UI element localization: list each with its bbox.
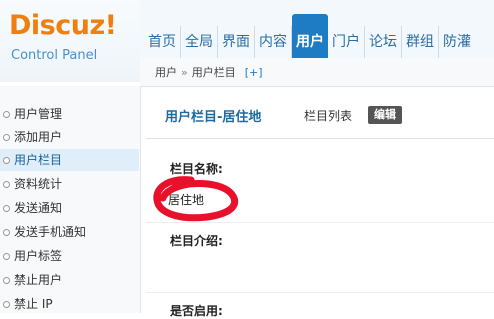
tab-antispam[interactable]: 防灌 <box>439 26 475 58</box>
tab-user-label: 用户 <box>296 34 324 50</box>
sidebar-item-send-notice[interactable]: 发送通知 <box>0 197 139 219</box>
add-shortcut-link[interactable]: [+] <box>245 66 263 79</box>
sidebar: 用户管理 添加用户 用户栏目 资料统计 发送通知 发送手机通知 用户标签 禁止用… <box>0 86 141 313</box>
sidebar-item-send-mobile-notice[interactable]: 发送手机通知 <box>0 221 139 243</box>
field-enabled-label: 是否启用: <box>170 304 223 318</box>
sidebar-item-label: 用户栏目 <box>14 153 63 167</box>
discuz-logo[interactable]: Discuz! Control Panel <box>0 0 140 82</box>
tab-global[interactable]: 全局 <box>181 26 218 58</box>
breadcrumb: 用户 » 用户栏目 [+] <box>140 58 494 87</box>
sidebar-item-user-fields[interactable]: 用户栏目 <box>0 149 139 171</box>
logo-wordmark: Discuz! <box>9 10 117 41</box>
edit-button[interactable]: 编辑 <box>368 106 402 124</box>
sidebar-item-label: 资料统计 <box>14 177 63 191</box>
divider <box>146 138 494 139</box>
tab-home[interactable]: 首页 <box>144 26 181 58</box>
sidebar-item-label: 发送手机通知 <box>14 225 87 239</box>
logo-subtitle: Control Panel <box>11 48 98 63</box>
sidebar-item-ban-user[interactable]: 禁止用户 <box>0 269 139 291</box>
bullet-icon <box>3 301 10 308</box>
divider <box>146 292 494 293</box>
bullet-icon <box>3 181 10 188</box>
tab-forum[interactable]: 论坛 <box>365 26 402 58</box>
bullet-icon <box>3 205 10 212</box>
field-list-link[interactable]: 栏目列表 <box>304 107 352 124</box>
tab-ui[interactable]: 界面 <box>218 26 255 58</box>
bullet-icon <box>3 229 10 236</box>
bullet-icon <box>3 253 10 260</box>
page-title: 用户栏目-居住地 <box>165 110 262 125</box>
sidebar-item-label: 用户标签 <box>14 249 63 263</box>
breadcrumb-root[interactable]: 用户 <box>155 64 177 80</box>
sidebar-item-ban-ip[interactable]: 禁止 IP <box>0 293 139 315</box>
bullet-icon <box>3 111 10 118</box>
sidebar-item-label: 发送通知 <box>14 201 63 215</box>
field-name-label: 栏目名称: <box>170 162 223 176</box>
sidebar-item-label: 禁止 IP <box>14 297 53 311</box>
tab-user[interactable]: 用户 <box>292 14 328 58</box>
sidebar-item-user-tags[interactable]: 用户标签 <box>0 245 139 267</box>
sidebar-item-add-user[interactable]: 添加用户 <box>0 126 139 148</box>
field-intro-label: 栏目介绍: <box>170 234 223 248</box>
tab-portal[interactable]: 门户 <box>328 26 365 58</box>
tab-content[interactable]: 内容 <box>255 26 292 58</box>
sidebar-item-label: 用户管理 <box>14 107 63 121</box>
bullet-icon <box>3 277 10 284</box>
page-header: 用户栏目-居住地 栏目列表 编辑 <box>146 100 494 130</box>
sidebar-item-user-manage[interactable]: 用户管理 <box>0 103 139 125</box>
red-annotation-circle <box>153 176 239 222</box>
sidebar-item-label: 添加用户 <box>14 130 63 144</box>
header: Discuz! Control Panel 首页 全局 界面 内容 用户 门户 … <box>0 0 494 82</box>
top-nav: 首页 全局 界面 内容 用户 门户 论坛 群组 防灌 <box>144 14 475 58</box>
bullet-icon <box>3 134 10 141</box>
breadcrumb-separator: » <box>181 65 188 79</box>
bullet-icon <box>3 157 10 164</box>
sidebar-item-label: 禁止用户 <box>14 273 63 287</box>
breadcrumb-current: 用户栏目 <box>191 66 236 79</box>
sidebar-item-stats[interactable]: 资料统计 <box>0 173 139 195</box>
tab-group[interactable]: 群组 <box>402 26 439 58</box>
